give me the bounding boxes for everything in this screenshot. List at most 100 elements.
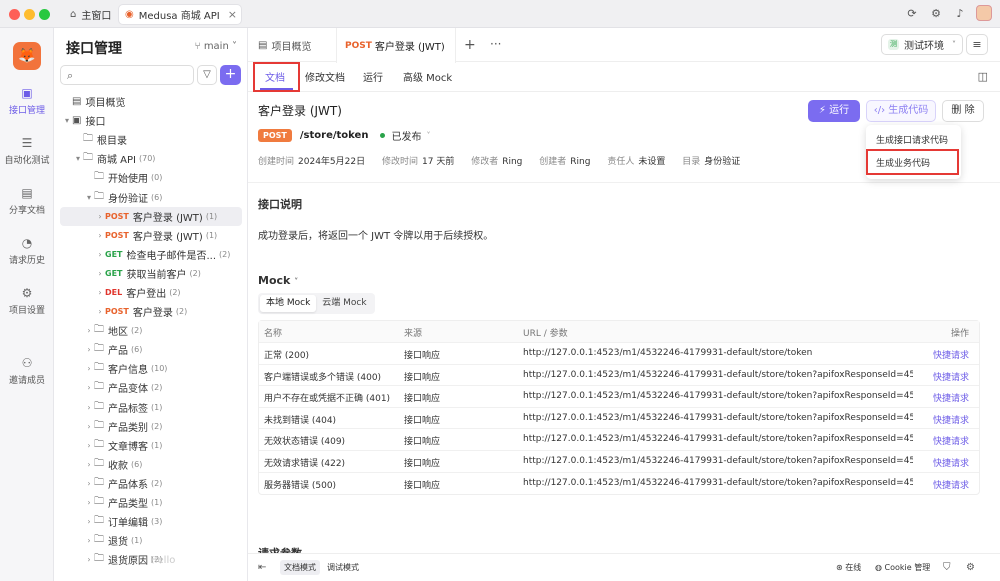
quick-request-link[interactable]: 快捷请求 — [919, 413, 969, 426]
rail-item-share-doc[interactable]: ▤ 分享文档 — [0, 186, 54, 216]
online-status[interactable]: ⊛ 在线 — [836, 562, 861, 573]
folder-item[interactable]: ▾ 🗀 身份验证 (6) — [54, 187, 248, 206]
shirt-icon[interactable]: ⛉ — [943, 562, 951, 573]
folder-item[interactable]: › 🗀 文章博客 (1) — [54, 436, 248, 455]
search-input[interactable]: ⌕ — [60, 65, 194, 85]
mock-url[interactable]: http://127.0.0.1:4523/m1/4532246-4179931… — [523, 370, 913, 380]
subtab-run[interactable]: 运行 — [363, 69, 383, 84]
chevron-right-icon[interactable]: › — [84, 383, 94, 392]
folder-item[interactable]: 🗀 根目录 — [54, 130, 248, 149]
chevron-down-icon[interactable]: ˅ — [426, 131, 430, 140]
chevron-right-icon[interactable]: › — [84, 517, 94, 526]
maximize-window-button[interactable] — [39, 9, 50, 20]
mock-tab-local[interactable]: 本地 Mock — [260, 295, 317, 312]
mock-url[interactable]: http://127.0.0.1:4523/m1/4532246-4179931… — [523, 413, 913, 423]
more-icon[interactable]: ··· — [490, 37, 501, 51]
chevron-right-icon[interactable]: › — [84, 479, 94, 488]
folder-item[interactable]: › 🗀 地区 (2) — [54, 321, 248, 340]
subtab-advanced-mock[interactable]: 高级 Mock — [403, 69, 452, 84]
folder-item[interactable]: › 🗀 客户信息 (10) — [54, 359, 248, 378]
chevron-right-icon[interactable]: › — [84, 536, 94, 545]
api-item[interactable]: › GET 获取当前客户 (2) — [54, 264, 248, 283]
folder-item[interactable]: › 🗀 产品类型 (1) — [54, 493, 248, 512]
branch-selector[interactable]: ⑂ main ˅ — [195, 41, 237, 52]
mock-url[interactable]: http://127.0.0.1:4523/m1/4532246-4179931… — [523, 456, 913, 466]
menu-button[interactable]: ≡ — [966, 34, 988, 55]
chevron-right-icon[interactable]: › — [84, 403, 94, 412]
status-badge[interactable]: 已发布 — [391, 128, 421, 143]
folder-item[interactable]: › 🗀 产品 (6) — [54, 340, 248, 359]
quick-request-link[interactable]: 快捷请求 — [919, 348, 969, 361]
window-tab-home[interactable]: ⌂ 主窗口 — [64, 4, 117, 25]
rail-item-history[interactable]: ◔ 请求历史 — [0, 236, 54, 266]
sidepanel-toggle-icon[interactable]: ◫ — [978, 70, 988, 83]
chevron-right-icon[interactable]: › — [84, 326, 94, 335]
generate-code-button[interactable]: ‹/› 生成代码 — [866, 100, 936, 122]
rail-item-api[interactable]: ▣ 接口管理 — [0, 86, 54, 116]
window-tab-project[interactable]: ◉ Medusa 商城 API × — [118, 4, 242, 25]
api-item[interactable]: › POST 客户登录 (2) — [54, 302, 248, 321]
folder-item[interactable]: › 🗀 产品标签 (1) — [54, 398, 248, 417]
mock-url[interactable]: http://127.0.0.1:4523/m1/4532246-4179931… — [523, 348, 913, 358]
mock-section-toggle[interactable]: Mock ˅ — [258, 274, 298, 287]
tab-api-doc[interactable]: POST 客户登录 (JWT) — [336, 28, 456, 63]
api-item[interactable]: › DEL 客户登出 (2) — [54, 283, 248, 302]
mock-url[interactable]: http://127.0.0.1:4523/m1/4532246-4179931… — [523, 391, 913, 401]
dropdown-item-request-code[interactable]: 生成接口请求代码 — [876, 133, 948, 146]
quick-request-link[interactable]: 快捷请求 — [919, 370, 969, 383]
api-item[interactable]: › GET 检查电子邮件是否... (2) — [54, 245, 248, 264]
chevron-right-icon[interactable]: › — [84, 364, 94, 373]
environment-selector[interactable]: 测 测试环境 ˅ — [881, 34, 963, 55]
quick-request-link[interactable]: 快捷请求 — [919, 478, 969, 491]
chevron-down-icon[interactable]: ▾ — [84, 193, 94, 202]
api-item[interactable]: › POST 客户登录 (JWT) (1) — [60, 206, 242, 226]
chevron-down-icon[interactable]: ▾ — [62, 116, 72, 125]
add-button[interactable]: + — [220, 65, 241, 85]
mock-url[interactable]: http://127.0.0.1:4523/m1/4532246-4179931… — [523, 478, 913, 488]
quick-request-link[interactable]: 快捷请求 — [919, 456, 969, 469]
folder-item[interactable]: › 🗀 产品类别 (2) — [54, 417, 248, 436]
filter-button[interactable]: ▽ — [197, 65, 217, 85]
mock-tab-cloud[interactable]: 云端 Mock — [316, 295, 372, 312]
avatar[interactable] — [976, 5, 992, 21]
chevron-right-icon[interactable]: › — [84, 345, 94, 354]
folder-item[interactable]: ▾ 🗀 商城 API (70) — [54, 149, 248, 168]
bell-icon[interactable]: ♪ — [952, 5, 968, 21]
doc-mode-toggle[interactable]: 文档模式 — [280, 560, 320, 575]
folder-item[interactable]: 🗀 开始使用 (0) — [54, 168, 248, 187]
cookie-manager[interactable]: ◍ Cookie 管理 — [875, 562, 930, 573]
collapse-sidebar-icon[interactable]: ⇤ — [258, 562, 266, 573]
rail-item-settings[interactable]: ⚙ 项目设置 — [0, 286, 54, 316]
folder-item[interactable]: › 🗀 退货 (1) — [54, 531, 248, 550]
minimize-window-button[interactable] — [24, 9, 35, 20]
quick-request-link[interactable]: 快捷请求 — [919, 434, 969, 447]
folder-item[interactable]: › 🗀 产品体系 (2) — [54, 474, 248, 493]
subtab-doc[interactable]: 文档 — [265, 69, 285, 84]
api-item[interactable]: › POST 客户登录 (JWT) (1) — [54, 226, 248, 245]
rail-item-automation[interactable]: ☰ 自动化测试 — [0, 136, 54, 166]
tab-project-overview[interactable]: ▤ 项目概览 — [258, 28, 311, 62]
chevron-right-icon[interactable]: › — [84, 498, 94, 507]
gear-icon[interactable]: ⚙ — [966, 562, 975, 573]
chevron-down-icon[interactable]: ▾ — [73, 154, 83, 163]
chevron-right-icon[interactable]: › — [84, 422, 94, 431]
folder-item[interactable]: › 🗀 订单编辑 (3) — [54, 512, 248, 531]
folder-item[interactable]: › 🗀 收款 (6) — [54, 455, 248, 474]
subtab-edit-doc[interactable]: 修改文档 — [305, 69, 345, 84]
refresh-icon[interactable]: ⟳ — [904, 5, 920, 21]
tree-item[interactable]: ▾ ▣ 接口 — [54, 111, 248, 130]
tree-item[interactable]: ▤ 项目概览 — [54, 92, 248, 111]
chevron-right-icon[interactable]: › — [84, 460, 94, 469]
run-button[interactable]: ⚡ 运行 — [808, 100, 860, 122]
close-window-button[interactable] — [9, 9, 20, 20]
new-tab-icon[interactable]: + — [464, 37, 476, 53]
quick-request-link[interactable]: 快捷请求 — [919, 391, 969, 404]
mock-url[interactable]: http://127.0.0.1:4523/m1/4532246-4179931… — [523, 434, 913, 444]
delete-button[interactable]: 删 除 — [942, 100, 984, 122]
rail-item-invite[interactable]: ⚇ 邀请成员 — [0, 356, 54, 386]
gear-icon[interactable]: ⚙ — [928, 5, 944, 21]
folder-item[interactable]: › 🗀 产品变体 (2) — [54, 378, 248, 397]
chevron-right-icon[interactable]: › — [84, 555, 94, 564]
debug-mode-toggle[interactable]: 调试模式 — [323, 560, 363, 575]
chevron-right-icon[interactable]: › — [84, 441, 94, 450]
